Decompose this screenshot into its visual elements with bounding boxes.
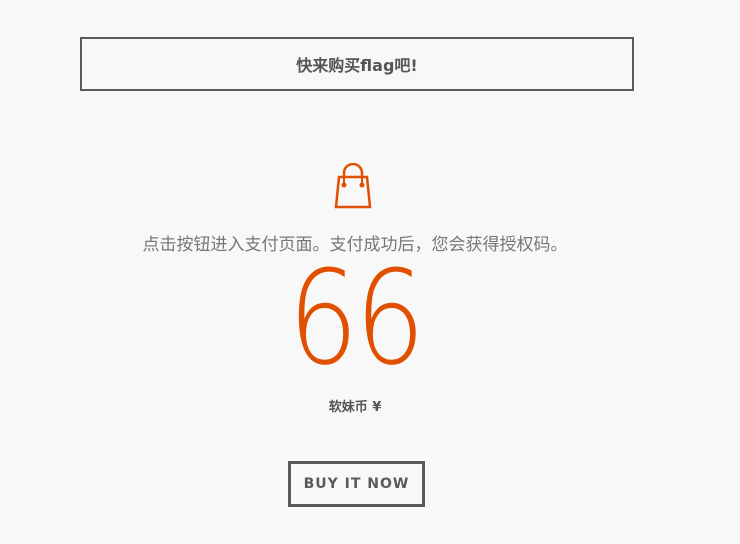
shopping-bag-icon	[334, 162, 378, 213]
buy-now-button[interactable]: BUY IT NOW	[288, 461, 425, 507]
banner-title: 快来购买flag吧!	[296, 56, 418, 75]
currency-label: 软妹币 ¥	[328, 400, 382, 415]
banner: 快来购买flag吧!	[80, 37, 634, 91]
price-value: 66	[288, 242, 425, 394]
